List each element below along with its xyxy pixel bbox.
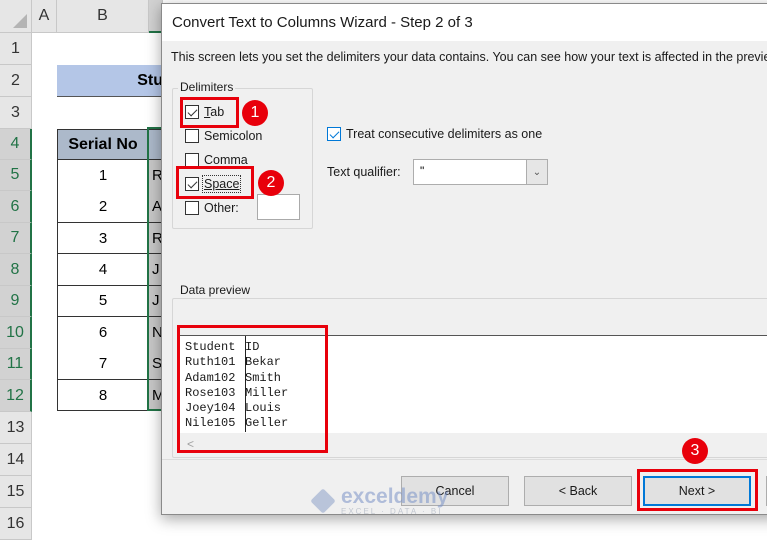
row-header[interactable]: 6 xyxy=(0,191,32,223)
preview-rows: Student ID Ruth101 Bekar Adam102 Smith Rose103… xyxy=(185,340,288,432)
row-header[interactable]: 14 xyxy=(0,444,32,476)
serial-cell[interactable]: 7 xyxy=(57,348,149,380)
treat-consecutive-checkbox[interactable]: Treat consecutive delimiters as one xyxy=(327,127,542,141)
back-button[interactable]: < Back xyxy=(524,476,632,506)
row-header[interactable]: 10 xyxy=(0,317,32,349)
comma-check-icon xyxy=(185,153,199,167)
preview-cell: Joey104 xyxy=(185,401,236,416)
serial-cell[interactable]: 5 xyxy=(57,285,149,318)
row-header[interactable]: 12 xyxy=(0,380,32,412)
treat-consecutive-check-icon xyxy=(327,127,341,141)
row-header[interactable]: 5 xyxy=(0,160,32,191)
row-header[interactable]: 16 xyxy=(0,508,32,540)
serial-cell[interactable]: 8 xyxy=(57,379,149,412)
preview-cell: Louis xyxy=(245,401,282,416)
preview-row: Rose103 Miller xyxy=(185,386,288,401)
preview-row: Student ID xyxy=(185,340,288,355)
preview-cell: Ruth101 xyxy=(185,355,236,370)
preview-row: Joey104 Louis xyxy=(185,401,288,416)
row-header[interactable]: 7 xyxy=(0,223,32,254)
treat-consecutive-label: Treat consecutive delimiters as one xyxy=(346,127,543,141)
semicolon-check-icon xyxy=(185,129,199,143)
comma-checkbox[interactable]: Comma xyxy=(185,153,248,167)
semicolon-label: Semicolon xyxy=(204,129,263,143)
dialog-description: This screen lets you set the delimiters … xyxy=(171,50,767,64)
row-header[interactable]: 9 xyxy=(0,286,32,317)
preview-cell: Nile105 xyxy=(185,416,236,431)
chevron-down-icon[interactable]: ⌄ xyxy=(526,160,547,184)
other-checkbox[interactable]: Other: xyxy=(185,201,239,215)
watermark-main: exceldemy xyxy=(341,485,449,508)
other-label: Other: xyxy=(204,201,239,215)
space-label: Space xyxy=(201,175,242,193)
tab-check-icon xyxy=(185,105,199,119)
serial-no-header[interactable]: Serial No xyxy=(57,129,149,160)
serial-cell[interactable]: 4 xyxy=(57,254,149,286)
space-check-icon xyxy=(185,177,199,191)
step-badge-3: 3 xyxy=(682,438,708,464)
sheet-title-cell[interactable]: Stu xyxy=(57,65,167,97)
text-qualifier-select[interactable]: " ⌄ xyxy=(413,159,548,185)
step-badge-2: 2 xyxy=(258,170,284,196)
comma-label: Comma xyxy=(204,153,248,167)
watermark-sub: EXCEL · DATA · BI xyxy=(341,507,443,516)
row-header[interactable]: 15 xyxy=(0,476,32,508)
preview-cell: Student xyxy=(185,340,236,354)
next-button[interactable]: Next > xyxy=(643,476,751,506)
serial-cell[interactable]: 2 xyxy=(57,191,149,223)
step-badge-1: 1 xyxy=(242,100,268,126)
exceldemy-logo-icon xyxy=(310,488,336,514)
other-check-icon xyxy=(185,201,199,215)
preview-row: Ruth101 Bekar xyxy=(185,355,288,370)
semicolon-checkbox[interactable]: Semicolon xyxy=(185,129,262,143)
data-preview-pane[interactable]: Student ID Ruth101 Bekar Adam102 Smith Rose103… xyxy=(178,335,767,454)
sheet-title-text: Stu xyxy=(137,71,163,89)
preview-row: Nile105 Geller xyxy=(185,416,288,431)
tab-checkbox[interactable]: Tab xyxy=(185,105,224,119)
tab-label: Tab xyxy=(204,105,225,119)
column-header-a[interactable]: A xyxy=(32,0,57,33)
preview-cell: Rose103 xyxy=(185,385,236,400)
text-qualifier-label: Text qualifier: xyxy=(327,165,401,179)
column-header-b[interactable]: B xyxy=(57,0,149,33)
preview-horizontal-scrollbar[interactable]: < xyxy=(178,433,767,454)
other-delimiter-input[interactable] xyxy=(257,194,300,220)
text-qualifier-value: " xyxy=(420,164,425,178)
exceldemy-watermark: exceldemy EXCEL · DATA · BI xyxy=(310,484,454,518)
preview-cell: Miller xyxy=(245,385,289,400)
delimiters-label: Delimiters xyxy=(178,80,236,94)
select-all-corner[interactable] xyxy=(0,0,32,33)
serial-cell[interactable]: 1 xyxy=(57,160,149,192)
preview-cell: ID xyxy=(245,340,260,354)
preview-cell: Adam102 xyxy=(185,370,236,385)
space-checkbox[interactable]: Space xyxy=(185,175,242,193)
preview-cell: Geller xyxy=(245,416,289,431)
scroll-left-icon[interactable]: < xyxy=(187,437,194,451)
row-header[interactable]: 8 xyxy=(0,254,32,286)
preview-cell: Smith xyxy=(245,370,282,385)
serial-cell[interactable]: 6 xyxy=(57,317,149,349)
row-header[interactable]: 4 xyxy=(0,129,32,160)
text-to-columns-dialog: Convert Text to Columns Wizard - Step 2 … xyxy=(161,3,767,515)
row-header[interactable]: 13 xyxy=(0,412,32,444)
data-preview-label: Data preview xyxy=(178,283,253,297)
dialog-title: Convert Text to Columns Wizard - Step 2 … xyxy=(162,4,767,41)
serial-cell[interactable]: 3 xyxy=(57,222,149,255)
preview-row: Adam102 Smith xyxy=(185,371,288,386)
row-header[interactable]: 11 xyxy=(0,349,32,380)
row-header[interactable]: 1 xyxy=(0,33,32,65)
row-header[interactable]: 2 xyxy=(0,65,32,97)
button-separator xyxy=(162,459,767,460)
preview-cell: Bekar xyxy=(245,355,282,370)
row-header[interactable]: 3 xyxy=(0,97,32,129)
